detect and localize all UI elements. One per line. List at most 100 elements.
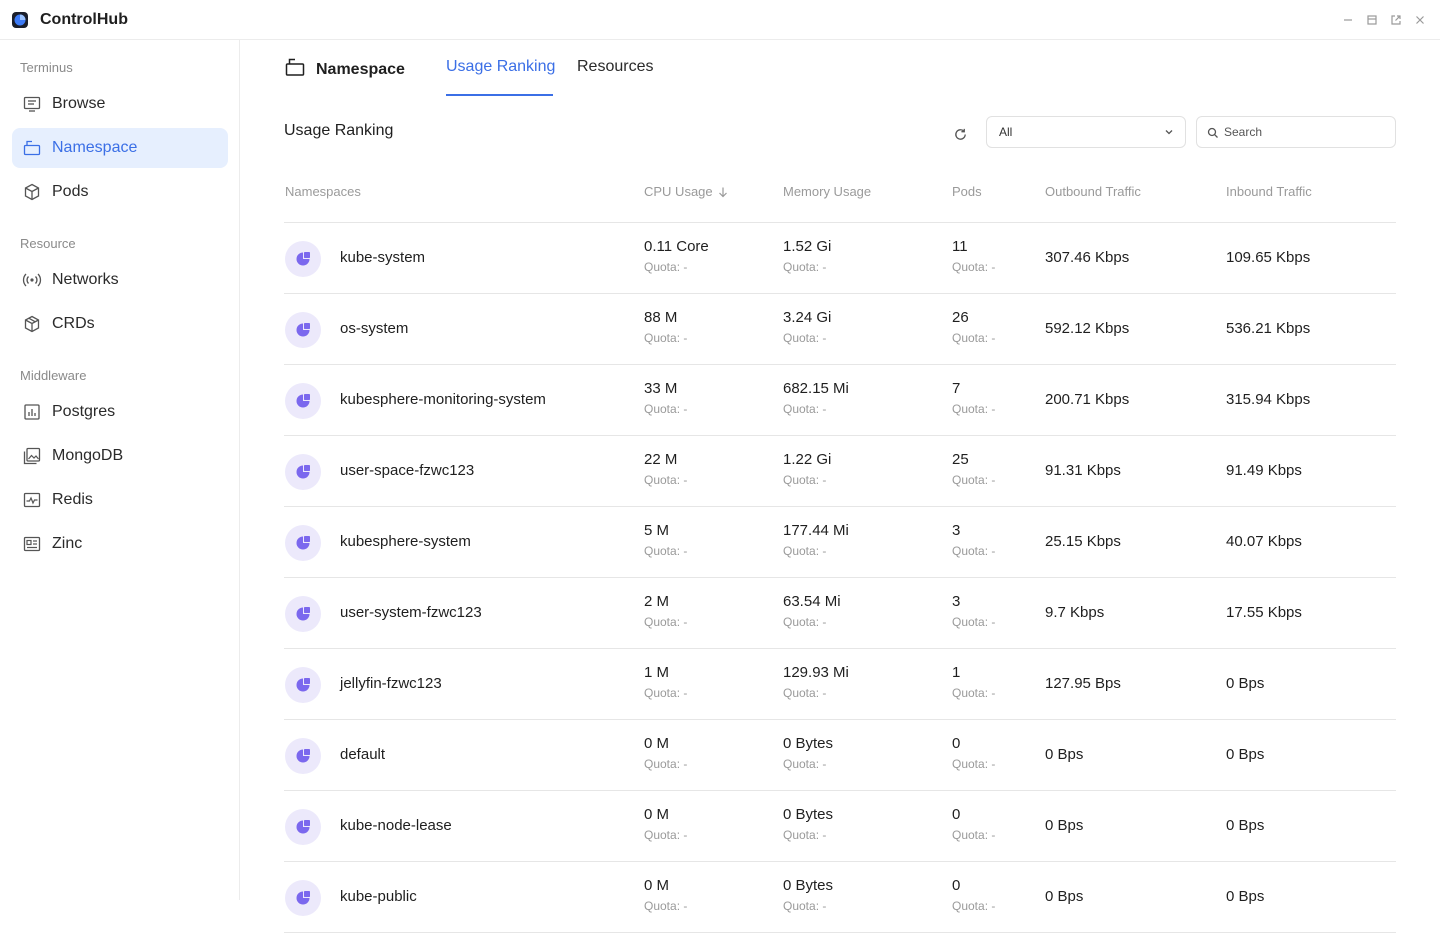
memory-quota: Quota: - [783, 686, 827, 700]
pods-cell: 0 Quota: - [952, 735, 995, 771]
column-header-label: CPU Usage [644, 184, 713, 199]
column-header-outbound-traffic[interactable]: Outbound Traffic [1045, 184, 1141, 199]
tab-usage-ranking[interactable]: Usage Ranking [446, 58, 555, 76]
open-external-icon[interactable] [1388, 12, 1404, 28]
column-header-inbound-traffic[interactable]: Inbound Traffic [1226, 184, 1312, 199]
table-row[interactable]: kubesphere-monitoring-system 33 M Quota: -… [284, 365, 1396, 436]
filter-select[interactable]: All [986, 116, 1186, 148]
memory-usage-value: 3.24 Gi [783, 309, 832, 326]
sidebar-item-label: Pods [52, 183, 89, 200]
table-row[interactable]: kube-node-lease 0 M Quota: - 0 Bytes Quota: … [284, 791, 1396, 862]
cpu-usage-value: 2 M [644, 593, 670, 610]
title-bar: ControlHub [0, 0, 1440, 40]
inbound-traffic-value: 0 Bps [1226, 888, 1265, 905]
cpu-usage-cell: 0 M Quota: - [644, 877, 687, 913]
table-row[interactable]: jellyfin-fzwc123 1 M Quota: - 129.93 Mi Quot… [284, 649, 1396, 720]
table-row[interactable]: user-system-fzwc123 2 M Quota: - 63.54 Mi Qu… [284, 578, 1396, 649]
sidebar-item-crds[interactable]: CRDs [12, 304, 228, 344]
cpu-quota: Quota: - [644, 544, 688, 558]
outbound-traffic-value: 307.46 Kbps [1045, 249, 1130, 266]
namespace-name[interactable]: default [340, 746, 385, 763]
namespace-pie-icon [285, 241, 321, 277]
memory-usage-value: 63.54 Mi [783, 593, 841, 610]
pods-quota: Quota: - [952, 473, 996, 487]
tab-resources[interactable]: Resources [577, 58, 653, 76]
namespace-name[interactable]: user-system-fzwc123 [340, 604, 482, 621]
namespace-name[interactable]: os-system [340, 320, 408, 337]
namespace-name[interactable]: jellyfin-fzwc123 [340, 675, 442, 692]
sidebar-item-label: Namespace [52, 139, 138, 156]
sidebar-item-pods[interactable]: Pods [12, 172, 228, 212]
refresh-icon[interactable] [950, 124, 970, 144]
cube-icon [22, 182, 42, 202]
column-header-namespaces[interactable]: Namespaces [285, 184, 361, 199]
namespace-name[interactable]: user-space-fzwc123 [340, 462, 474, 479]
sidebar-item-redis[interactable]: Redis [12, 480, 228, 520]
inbound-traffic-value: 40.07 Kbps [1226, 533, 1302, 550]
namespace-name[interactable]: kube-public [340, 888, 417, 905]
pods-quota: Quota: - [952, 828, 996, 842]
box-icon [22, 314, 42, 334]
inbound-traffic-value: 536.21 Kbps [1226, 320, 1311, 337]
namespace-icon [284, 56, 306, 83]
table-row[interactable]: kube-public 0 M Quota: - 0 Bytes Quota: - 0 Qu… [284, 862, 1396, 933]
cpu-usage-cell: 0 M Quota: - [644, 806, 687, 842]
namespace-pie-icon [285, 667, 321, 703]
cpu-usage-value: 22 M [644, 451, 678, 468]
pods-quota: Quota: - [952, 260, 996, 274]
table-row[interactable]: default 0 M Quota: - 0 Bytes Quota: - 0 Quota:… [284, 720, 1396, 791]
sidebar-item-label: Postgres [52, 403, 116, 420]
top-navigation: Namespace Usage Ranking Resources [284, 40, 1396, 98]
table-row[interactable]: user-space-fzwc123 22 M Quota: - 1.22 Gi Quo… [284, 436, 1396, 507]
cpu-usage-cell: 0 M Quota: - [644, 735, 687, 771]
namespace-name[interactable]: kube-node-lease [340, 817, 452, 834]
inbound-traffic-value: 91.49 Kbps [1226, 462, 1302, 479]
active-tab-indicator [446, 94, 553, 96]
namespace-name[interactable]: kubesphere-system [340, 533, 471, 550]
memory-usage-value: 1.52 Gi [783, 238, 832, 255]
page-title-text: Namespace [316, 60, 405, 78]
pods-value: 0 [952, 735, 961, 752]
cpu-usage-cell: 2 M Quota: - [644, 593, 687, 629]
pods-cell: 3 Quota: - [952, 522, 995, 558]
monitor-list-icon [22, 94, 42, 114]
namespace-name[interactable]: kubesphere-monitoring-system [340, 391, 546, 408]
sidebar-item-browse[interactable]: Browse [12, 84, 228, 124]
outbound-traffic-value: 0 Bps [1045, 746, 1084, 763]
namespace-name[interactable]: kube-system [340, 249, 425, 266]
memory-quota: Quota: - [783, 473, 827, 487]
table-row[interactable]: os-system 88 M Quota: - 3.24 Gi Quota: - 26 Qu… [284, 294, 1396, 365]
cpu-usage-value: 0 M [644, 877, 670, 894]
memory-usage-value: 1.22 Gi [783, 451, 832, 468]
pods-cell: 0 Quota: - [952, 877, 995, 913]
table-row[interactable]: kubesphere-system 5 M Quota: - 177.44 Mi Quo… [284, 507, 1396, 578]
sidebar-item-label: CRDs [52, 315, 95, 332]
column-header-pods[interactable]: Pods [952, 184, 982, 199]
memory-usage-cell: 1.22 Gi Quota: - [783, 451, 831, 487]
sidebar-item-namespace[interactable]: Namespace [12, 128, 228, 168]
search-input[interactable] [1224, 125, 1384, 139]
sidebar-item-zinc[interactable]: Zinc [12, 524, 228, 564]
sidebar-item-mongodb[interactable]: MongoDB [12, 436, 228, 476]
sidebar-item-postgres[interactable]: Postgres [12, 392, 228, 432]
namespace-pie-icon [285, 383, 321, 419]
outbound-traffic-value: 9.7 Kbps [1045, 604, 1105, 621]
close-icon[interactable] [1412, 12, 1428, 28]
sidebar-item-networks[interactable]: Networks [12, 260, 228, 300]
column-header-cpu-usage[interactable]: CPU Usage [644, 184, 729, 199]
table-row[interactable]: kube-system 0.11 Core Quota: - 1.52 Gi Quota… [284, 223, 1396, 294]
maximize-icon[interactable] [1364, 12, 1380, 28]
namespace-icon [22, 138, 42, 158]
pods-cell: 11 Quota: - [952, 238, 995, 274]
outbound-traffic-value: 91.31 Kbps [1045, 462, 1121, 479]
pods-value: 0 [952, 806, 961, 823]
pods-cell: 26 Quota: - [952, 309, 995, 345]
inbound-traffic-value: 17.55 Kbps [1226, 604, 1302, 621]
column-header-memory-usage[interactable]: Memory Usage [783, 184, 871, 199]
pods-quota: Quota: - [952, 544, 996, 558]
pods-value: 0 [952, 877, 961, 894]
cpu-usage-value: 1 M [644, 664, 670, 681]
minimize-icon[interactable] [1340, 12, 1356, 28]
window-controls [1340, 12, 1428, 28]
cpu-usage-value: 0 M [644, 806, 670, 823]
